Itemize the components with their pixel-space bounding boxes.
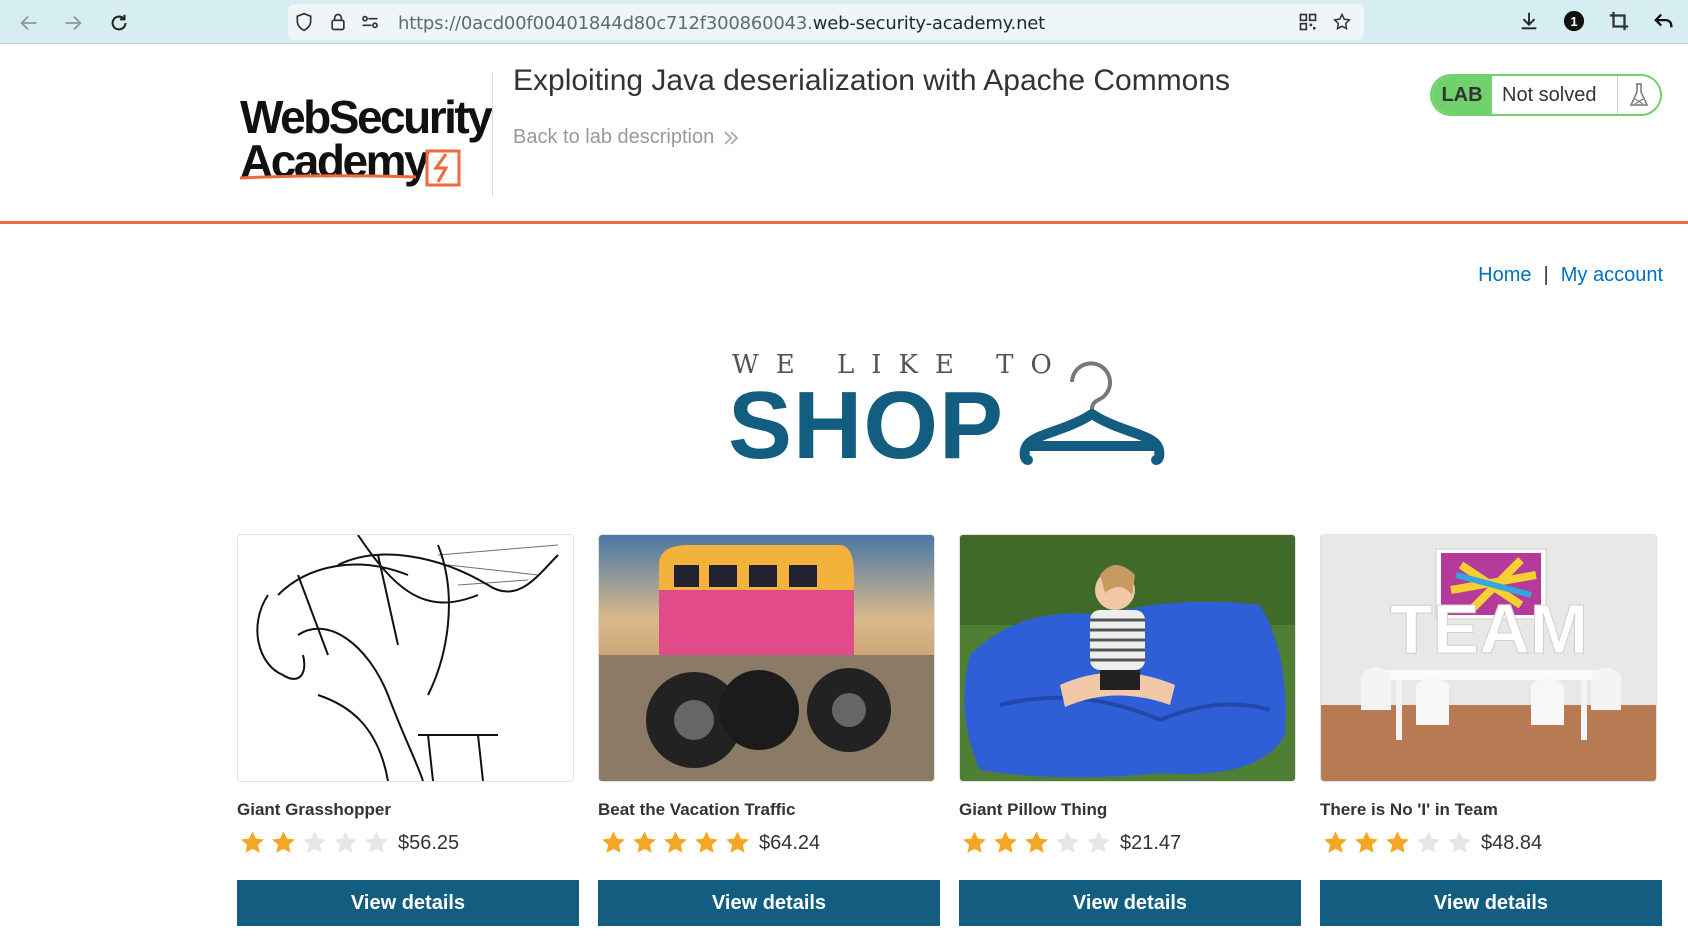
star-empty-icon [1056, 831, 1079, 853]
star-filled-icon [1386, 831, 1409, 853]
product-price: $64.24 [759, 831, 821, 854]
product-name: Giant Grasshopper [237, 800, 391, 819]
url-text: https://0acd00f00401844d80c712f300860043… [398, 13, 1046, 34]
star-filled-icon [602, 831, 625, 853]
product-rating: $21.47 [959, 828, 1303, 858]
arrow-right-icon [65, 15, 82, 31]
nav-separator: | [1543, 264, 1549, 286]
product-rating: $48.84 [1320, 828, 1664, 858]
lab-status-widget: LAB Not solved [1430, 74, 1662, 116]
star-filled-icon [695, 831, 718, 853]
product-name: Giant Pillow Thing [959, 800, 1108, 819]
product-image-team-room[interactable]: TEAM [1320, 534, 1657, 782]
hero-title: SHOP [728, 372, 1005, 479]
star-empty-icon [1417, 831, 1440, 853]
view-details-button[interactable]: View details [237, 880, 579, 926]
star-filled-icon [963, 831, 986, 853]
product-rating: $56.25 [237, 828, 581, 858]
product-image-vacation-traffic[interactable] [598, 534, 935, 782]
double-chevron-right-icon [724, 130, 739, 145]
star-filled-icon [272, 831, 295, 853]
forward-button[interactable] [56, 6, 90, 40]
clothes-hanger-icon [1019, 361, 1165, 465]
reload-icon [111, 14, 127, 31]
view-details-button[interactable]: View details [598, 880, 940, 926]
shield-icon[interactable] [294, 12, 314, 32]
product-price: $56.25 [398, 831, 460, 854]
product-card: Giant Grasshopper $56.25 View details [237, 534, 581, 926]
product-card: Beat the Vacation Traffic $64.24 View de… [598, 534, 942, 926]
header-divider [492, 72, 493, 196]
bookmark-star-icon[interactable] [1332, 12, 1352, 32]
lab-header: WebSecurity Academy Exploiting Java dese… [0, 44, 1688, 224]
download-icon[interactable] [1516, 8, 1542, 34]
product-name: Beat the Vacation Traffic [598, 800, 796, 819]
star-filled-icon [1324, 831, 1347, 853]
flask-icon [1618, 76, 1660, 114]
browser-toolbar: https://0acd00f00401844d80c712f300860043… [0, 0, 1688, 44]
star-filled-icon [1025, 831, 1048, 853]
logo-lightning-icon [425, 149, 461, 187]
lock-icon[interactable] [328, 12, 348, 32]
product-rating: $64.24 [598, 828, 942, 858]
view-details-button[interactable]: View details [959, 880, 1301, 926]
star-empty-icon [334, 831, 357, 853]
star-filled-icon [1355, 831, 1378, 853]
lab-title: Exploiting Java deserialization with Apa… [513, 64, 1231, 97]
undo-icon[interactable] [1651, 8, 1677, 34]
svg-text:TEAM: TEAM [1390, 590, 1588, 668]
star-filled-icon [994, 831, 1017, 853]
my-account-link[interactable]: My account [1561, 264, 1663, 287]
product-image-giant-pillow[interactable] [959, 534, 1296, 782]
back-to-lab-description-link[interactable]: Back to lab description [513, 126, 740, 149]
reload-button[interactable] [102, 6, 136, 40]
star-empty-icon [303, 831, 326, 853]
product-card: TEAM There is No 'I' in Team $48.84 View… [1320, 534, 1664, 926]
star-filled-icon [633, 831, 656, 853]
star-filled-icon [726, 831, 749, 853]
product-price: $48.84 [1481, 831, 1543, 854]
product-card: Giant Pillow Thing $21.47 View details [959, 534, 1303, 926]
back-link-label: Back to lab description [513, 126, 715, 148]
extension-badge-icon[interactable]: 1 [1561, 8, 1587, 34]
star-empty-icon [365, 831, 388, 853]
view-details-button[interactable]: View details [1320, 880, 1662, 926]
logo-line1: WebSecurity [240, 91, 493, 143]
web-security-academy-logo[interactable]: WebSecurity Academy [239, 68, 493, 208]
star-empty-icon [1448, 831, 1471, 853]
star-empty-icon [1087, 831, 1110, 853]
address-bar[interactable]: https://0acd00f00401844d80c712f300860043… [288, 4, 1364, 40]
product-image-grasshopper[interactable] [237, 534, 574, 782]
top-nav: Home | My account [1478, 264, 1663, 287]
logo-underline-icon [239, 174, 417, 180]
crop-icon[interactable] [1606, 8, 1632, 34]
arrow-left-icon [20, 15, 37, 31]
back-button[interactable] [12, 6, 46, 40]
star-filled-icon [664, 831, 687, 853]
lab-status-text: Not solved [1492, 76, 1618, 114]
star-filled-icon [241, 831, 264, 853]
product-name: There is No 'I' in Team [1320, 800, 1498, 819]
qr-code-icon[interactable] [1298, 12, 1318, 32]
lab-badge: LAB [1432, 76, 1492, 114]
home-link[interactable]: Home [1478, 264, 1531, 287]
site-permissions-icon[interactable] [360, 12, 380, 32]
product-price: $21.47 [1120, 831, 1182, 854]
